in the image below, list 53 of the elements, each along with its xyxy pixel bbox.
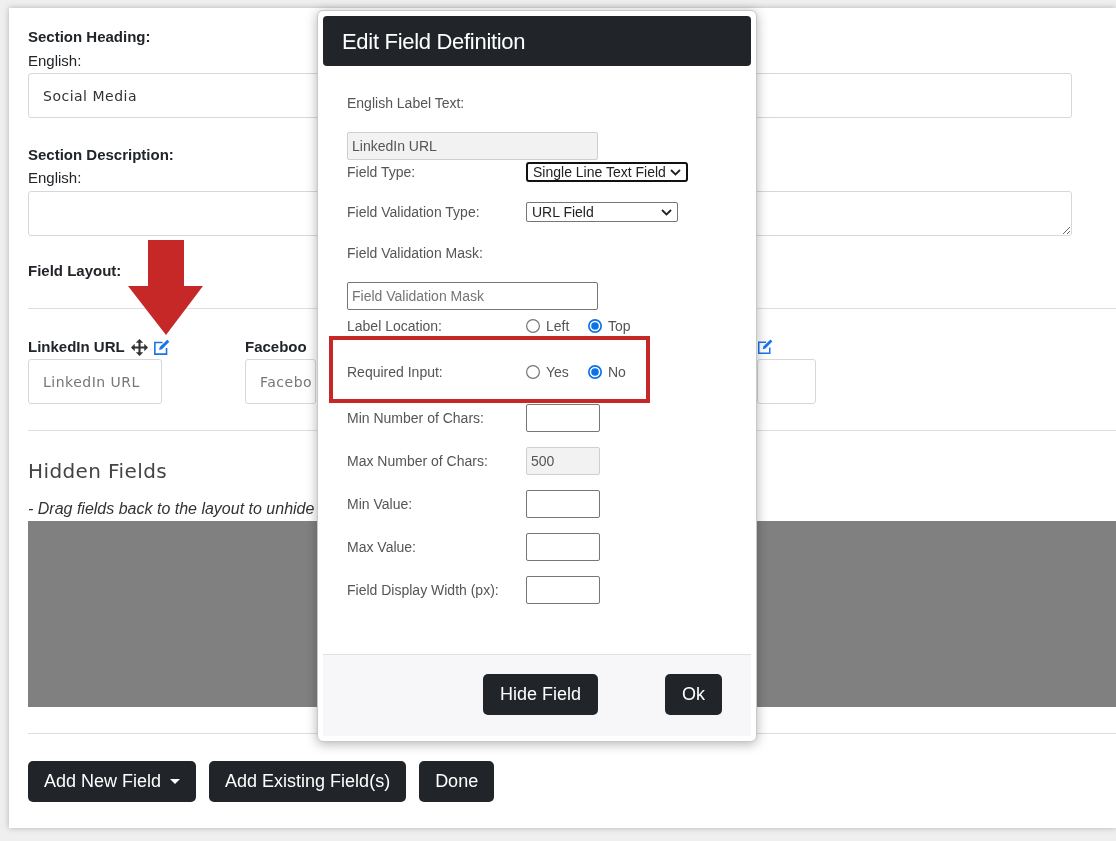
radio-option-label[interactable]: Left <box>546 316 570 336</box>
chevron-down-icon <box>661 208 672 216</box>
number-input[interactable] <box>526 404 600 432</box>
language-label: English: <box>28 168 82 188</box>
edit-icon[interactable] <box>757 339 773 355</box>
field-label: English Label Text: <box>347 94 466 113</box>
number-input[interactable] <box>526 490 600 518</box>
radio-option-label[interactable]: Top <box>608 316 631 336</box>
field-label: Label Location: <box>347 317 443 336</box>
radio-button[interactable] <box>526 365 540 379</box>
field-label: Min Value: <box>347 495 414 514</box>
number-input[interactable] <box>526 576 600 604</box>
chevron-down-icon <box>669 168 681 176</box>
radio-option-label[interactable]: No <box>608 362 626 382</box>
hidden-fields-heading: Hidden Fields <box>28 458 168 485</box>
field-input[interactable]: Facebo <box>245 359 316 404</box>
field-label: Min Number of Chars: <box>347 409 485 428</box>
number-input[interactable] <box>526 533 600 561</box>
language-label: English: <box>28 51 82 71</box>
field-input[interactable]: LinkedIn URL <box>28 359 162 404</box>
drag-hint: - Drag fields back to the layout to unhide <box>28 499 315 519</box>
caret-icon <box>170 779 181 784</box>
select-dropdown[interactable]: URL Field <box>526 202 678 222</box>
field-label: Max Value: <box>347 538 417 557</box>
field-label: Field Validation Type: <box>347 203 481 222</box>
field-label: Field Type: <box>347 163 417 182</box>
select-dropdown[interactable]: Single Line Text Field <box>526 162 688 182</box>
section-description-label: Section Description: <box>28 145 174 165</box>
field-label: Max Number of Chars: <box>347 452 489 471</box>
field-label: Field Display Width (px): <box>347 581 500 600</box>
field-input[interactable] <box>757 359 816 404</box>
text-input[interactable]: LinkedIn URL <box>347 132 598 160</box>
action-button[interactable]: Done <box>419 761 495 802</box>
dialog-button[interactable]: Ok <box>665 674 722 715</box>
radio-button[interactable] <box>588 365 602 379</box>
section-heading-label: Section Heading: <box>28 27 151 47</box>
field-label: Required Input: <box>347 363 444 382</box>
number-input[interactable]: 500 <box>526 447 600 475</box>
radio-button[interactable] <box>588 319 602 333</box>
field-label: Field Validation Mask: <box>347 244 484 263</box>
text-input[interactable]: Field Validation Mask <box>347 282 598 310</box>
down-arrow-icon <box>128 240 203 335</box>
radio-option-label[interactable]: Yes <box>546 362 569 382</box>
action-button[interactable]: Add Existing Field(s) <box>209 761 407 802</box>
field-layout-label: Field Layout: <box>28 261 122 281</box>
field-label: LinkedIn URL <box>28 337 125 357</box>
dialog-title: Edit Field Definition <box>342 27 526 56</box>
field-label: Faceboo <box>245 337 307 357</box>
edit-icon[interactable] <box>152 338 170 356</box>
dialog-button[interactable]: Hide Field <box>482 674 598 715</box>
add-new-field-button[interactable]: Add New Field <box>28 761 197 802</box>
move-icon[interactable] <box>130 338 148 356</box>
radio-button[interactable] <box>526 319 540 333</box>
